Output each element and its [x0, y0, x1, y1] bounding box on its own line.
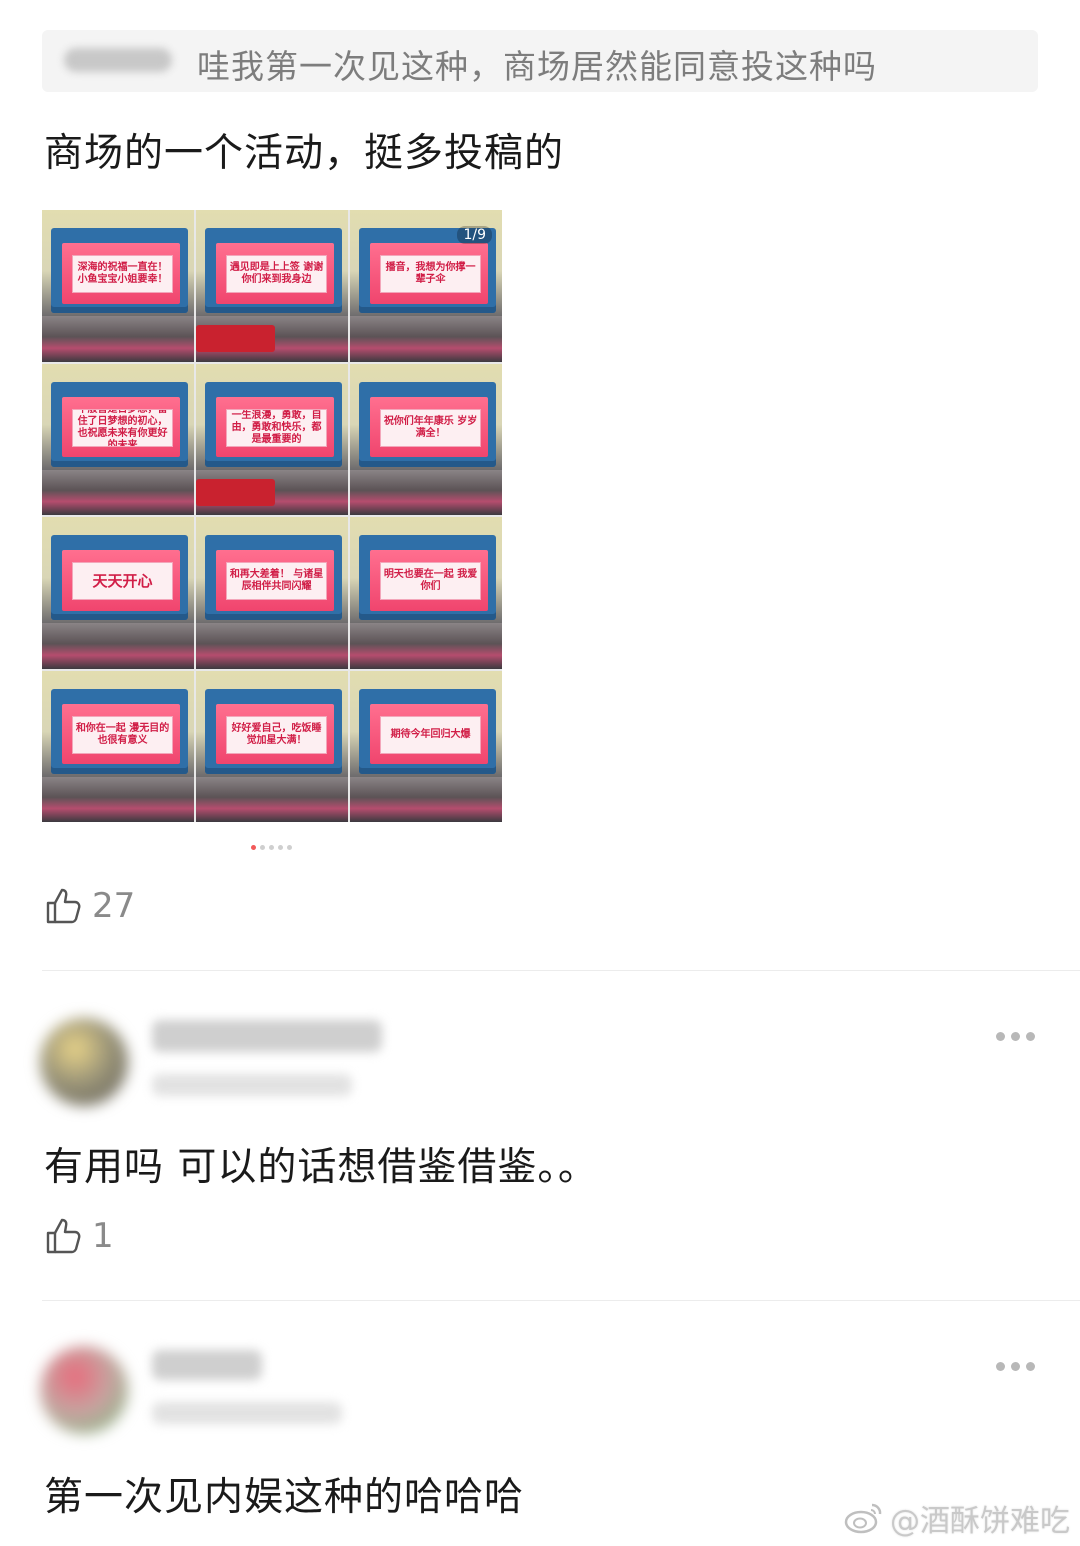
username-blurred[interactable] — [152, 1350, 262, 1380]
street-graphic — [350, 469, 502, 515]
weibo-watermark: @酒酥饼难吃 — [844, 1496, 1070, 1540]
comment-like-button[interactable]: 1 — [44, 1216, 114, 1256]
post-like-button[interactable]: 27 — [44, 886, 135, 926]
gallery-image[interactable]: 期待今年回归大爆 — [350, 670, 502, 822]
comment-like-count: 1 — [92, 1216, 114, 1256]
street-graphic — [350, 623, 502, 669]
billboard-message: 深海的祝福一直在！小鱼宝宝小姐要幸！ — [72, 255, 173, 294]
billboard-message: 千般皆是日梦想，留住了日梦想的初心，也祝愿未来有你更好的未来 — [72, 408, 173, 447]
billboard-message: 遇见即是上上签 谢谢你们来到我身边 — [226, 255, 327, 294]
gallery-image[interactable]: 明天也要在一起 我爱你们 — [350, 517, 502, 669]
pager-dot — [260, 845, 265, 850]
image-gallery[interactable]: 深海的祝福一直在！小鱼宝宝小姐要幸！ 遇见即是上上签 谢谢你们来到我身边 播音，我想… — [42, 210, 502, 822]
street-graphic — [42, 623, 194, 669]
watermark-text: @酒酥饼难吃 — [890, 1504, 1070, 1539]
street-graphic — [42, 316, 194, 362]
username-blurred[interactable] — [152, 1020, 382, 1052]
weibo-logo-icon — [844, 1503, 882, 1534]
bus-graphic — [196, 478, 276, 506]
gallery-image[interactable]: 千般皆是日梦想，留住了日梦想的初心，也祝愿未来有你更好的未来 — [42, 363, 194, 515]
bus-graphic — [196, 325, 276, 353]
comment-meta-blurred — [152, 1074, 352, 1096]
avatar[interactable] — [40, 1346, 128, 1434]
comment-meta-blurred — [152, 1402, 342, 1424]
gallery-image[interactable]: 和再大差着！ 与诸星辰相伴共同闪耀 — [196, 517, 348, 669]
post-like-count: 27 — [92, 886, 136, 926]
billboard-message: 和你在一起 漫无目的也很有意义 — [72, 715, 173, 754]
street-graphic — [42, 776, 194, 822]
street-graphic — [350, 316, 502, 362]
gallery-image[interactable]: 好好爱自己，吃饭睡觉加星大满！ — [196, 670, 348, 822]
gallery-image[interactable]: 一生浪漫，勇敢，自由，勇敢和快乐，都是最重要的 — [196, 363, 348, 515]
billboard-message: 祝你们年年康乐 岁岁满全！ — [380, 408, 481, 447]
gallery-image[interactable]: 遇见即是上上签 谢谢你们来到我身边 — [196, 210, 348, 362]
comment-text: 第一次见内娱这种的哈哈哈 — [44, 1475, 525, 1520]
gallery-image[interactable]: 祝你们年年康乐 岁岁满全！ — [350, 363, 502, 515]
street-graphic — [350, 776, 502, 822]
quoted-comment[interactable]: 哇我第一次见这种，商场居然能同意投这种吗 — [42, 30, 1038, 92]
thumbs-up-icon — [46, 888, 81, 924]
divider — [42, 1300, 1080, 1301]
billboard-message: 明天也要在一起 我爱你们 — [380, 562, 481, 601]
pager-dot — [287, 845, 292, 850]
gallery-page-counter: 1/9 — [457, 226, 492, 244]
billboard-message: 天天开心 — [72, 562, 173, 601]
billboard-message: 播音，我想为你撑一辈子伞 — [380, 255, 481, 294]
billboard-message: 期待今年回归大爆 — [380, 715, 481, 754]
pager-dot-active — [251, 845, 256, 850]
quoted-username-blurred — [64, 48, 172, 72]
gallery-image[interactable]: 播音，我想为你撑一辈子伞 1/9 — [350, 210, 502, 362]
more-options-icon[interactable] — [996, 1360, 1038, 1372]
more-options-icon[interactable] — [996, 1030, 1038, 1042]
street-graphic — [196, 623, 348, 669]
billboard-message: 一生浪漫，勇敢，自由，勇敢和快乐，都是最重要的 — [226, 408, 327, 447]
gallery-image[interactable]: 深海的祝福一直在！小鱼宝宝小姐要幸！ — [42, 210, 194, 362]
billboard-message: 和再大差着！ 与诸星辰相伴共同闪耀 — [226, 562, 327, 601]
street-graphic — [196, 776, 348, 822]
street-graphic — [42, 469, 194, 515]
quoted-comment-text: 哇我第一次见这种，商场居然能同意投这种吗 — [197, 47, 877, 86]
post-text: 商场的一个活动，挺多投稿的 — [44, 131, 565, 176]
gallery-image[interactable]: 天天开心 — [42, 517, 194, 669]
thumbs-up-icon — [46, 1218, 81, 1254]
avatar[interactable] — [40, 1018, 128, 1106]
pager-dot — [278, 845, 283, 850]
divider — [42, 970, 1080, 971]
pager-dot — [269, 845, 274, 850]
billboard-message: 好好爱自己，吃饭睡觉加星大满！ — [226, 715, 327, 754]
gallery-image[interactable]: 和你在一起 漫无目的也很有意义 — [42, 670, 194, 822]
comment-text: 有用吗 可以的话想借鉴借鉴。。 — [44, 1145, 598, 1190]
gallery-pager — [251, 845, 292, 850]
